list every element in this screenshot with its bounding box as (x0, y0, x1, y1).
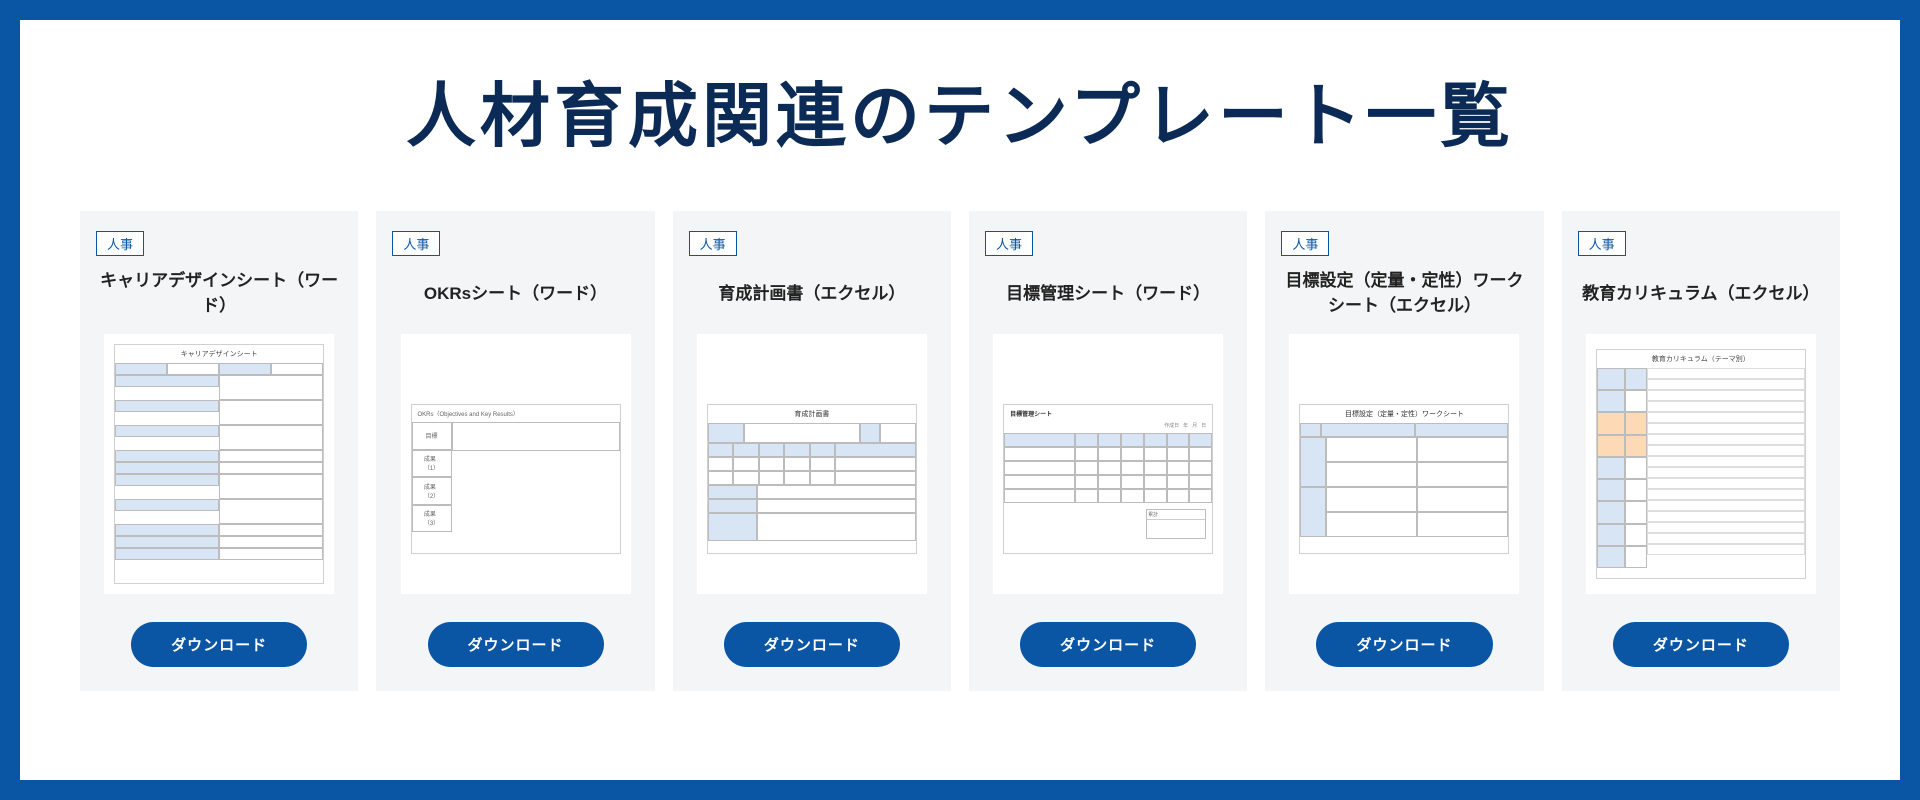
template-card: 人事 目標管理シート（ワード） 目標管理シート 作成日年月日 (969, 211, 1247, 691)
category-tag: 人事 (1578, 231, 1626, 256)
download-button[interactable]: ダウンロード (724, 622, 900, 667)
template-thumbnail: 目標設定（定量・定性）ワークシート (1289, 334, 1519, 594)
download-button[interactable]: ダウンロード (131, 622, 307, 667)
template-thumbnail: OKRs（Objectives and Key Results） 目標 成果（1… (401, 334, 631, 594)
category-tag: 人事 (985, 231, 1033, 256)
category-tag: 人事 (392, 231, 440, 256)
template-title: キャリアデザインシート（ワード） (96, 268, 342, 320)
template-card-grid: 人事 キャリアデザインシート（ワード） キャリアデザインシート (80, 211, 1840, 691)
template-thumbnail: 目標管理シート 作成日年月日 累計 (993, 334, 1223, 594)
template-thumbnail: 教育カリキュラム（テーマ別） (1586, 334, 1816, 594)
template-title: 目標管理シート（ワード） (1006, 268, 1210, 320)
category-tag: 人事 (689, 231, 737, 256)
template-title: 育成計画書（エクセル） (718, 268, 905, 320)
download-button[interactable]: ダウンロード (1316, 622, 1492, 667)
template-card: 人事 キャリアデザインシート（ワード） キャリアデザインシート (80, 211, 358, 691)
download-button[interactable]: ダウンロード (1613, 622, 1789, 667)
page-frame: 人材育成関連のテンプレート一覧 人事 キャリアデザインシート（ワード） キャリア… (0, 0, 1920, 800)
template-card: 人事 OKRsシート（ワード） OKRs（Objectives and Key … (376, 211, 654, 691)
download-button[interactable]: ダウンロード (428, 622, 604, 667)
category-tag: 人事 (1281, 231, 1329, 256)
template-card: 人事 教育カリキュラム（エクセル） 教育カリキュラム（テーマ別） (1562, 211, 1840, 691)
template-card: 人事 目標設定（定量・定性）ワークシート（エクセル） 目標設定（定量・定性）ワー… (1265, 211, 1543, 691)
page-title: 人材育成関連のテンプレート一覧 (406, 60, 1514, 161)
category-tag: 人事 (96, 231, 144, 256)
template-title: OKRsシート（ワード） (424, 268, 607, 320)
template-title: 教育カリキュラム（エクセル） (1582, 268, 1820, 320)
template-title: 目標設定（定量・定性）ワークシート（エクセル） (1281, 268, 1527, 320)
download-button[interactable]: ダウンロード (1020, 622, 1196, 667)
template-thumbnail: 育成計画書 (697, 334, 927, 594)
template-card: 人事 育成計画書（エクセル） 育成計画書 ダウンロード (673, 211, 951, 691)
template-thumbnail: キャリアデザインシート (104, 334, 334, 594)
